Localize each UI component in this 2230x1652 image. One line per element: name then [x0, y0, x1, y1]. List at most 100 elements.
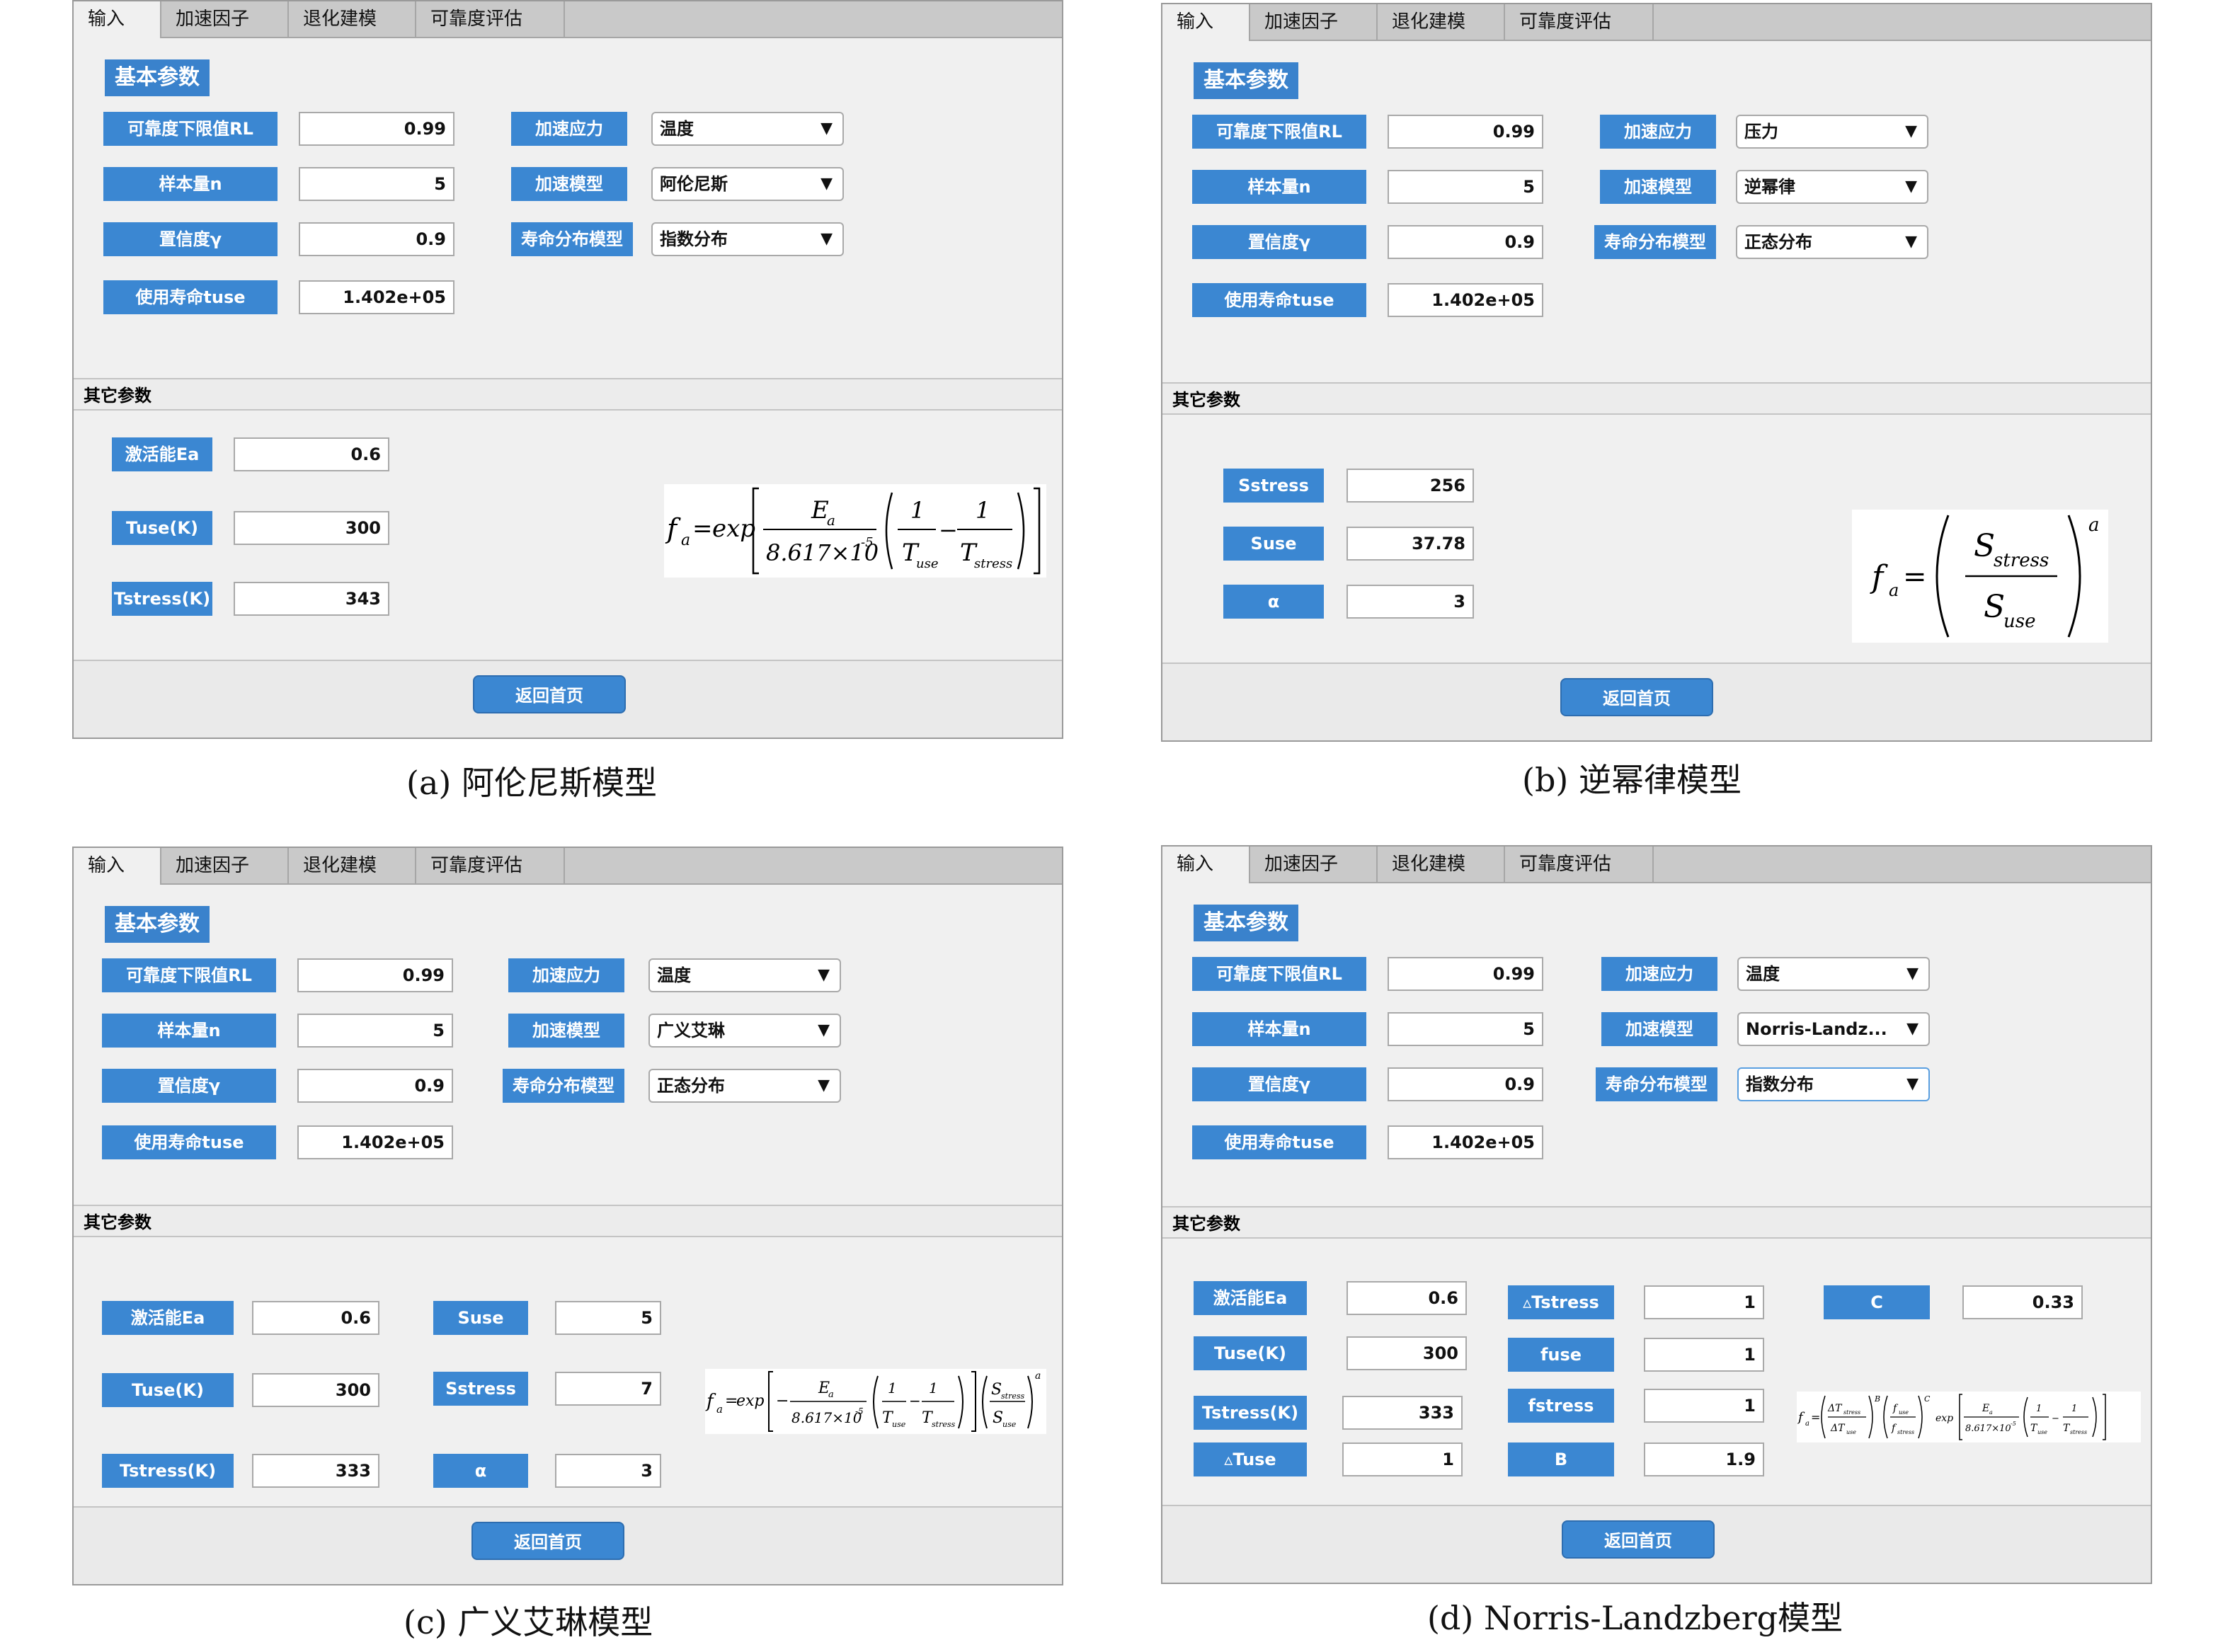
input-suse[interactable]: 5 [555, 1301, 661, 1335]
one-2: 1 [2071, 1404, 2077, 1414]
input-n[interactable]: 5 [297, 1014, 453, 1048]
select-stress[interactable]: 温度 ▼ [1737, 957, 1930, 991]
select-model-value: 阿伦尼斯 [660, 174, 728, 194]
input-tuse-k[interactable]: 300 [1346, 1336, 1467, 1370]
arrhenius-formula-svg: f a = exp E a 8.617×10 -5 1 T use − 1 T … [665, 487, 1041, 575]
minus-sign: − [939, 517, 958, 544]
eyring-formula-svg: f a = exp − E a 8.617×10 -5 1 T use − 1 … [705, 1370, 1041, 1432]
select-stress[interactable]: 压力 ▼ [1736, 115, 1928, 149]
tab-reliability-assessment[interactable]: 可靠度评估 [416, 848, 565, 883]
home-button[interactable]: 返回首页 [1560, 678, 1713, 716]
input-delta-tuse[interactable]: 1 [1342, 1442, 1463, 1476]
tab-degradation-modeling[interactable]: 退化建模 [289, 848, 416, 883]
input-n[interactable]: 5 [1388, 1012, 1543, 1046]
select-model-value: Norris-Landz... [1746, 1019, 1887, 1039]
input-tstress-k[interactable]: 333 [252, 1454, 379, 1488]
home-button[interactable]: 返回首页 [1562, 1520, 1715, 1559]
input-rl[interactable]: 0.99 [1388, 115, 1543, 149]
input-n[interactable]: 5 [299, 167, 454, 201]
arrhenius-formula: f a = exp E a 8.617×10 -5 1 T use − 1 T … [664, 484, 1046, 578]
a-subscript: a [716, 1403, 723, 1416]
tab-input[interactable]: 输入 [74, 848, 161, 885]
input-tstress-k[interactable]: 343 [234, 582, 389, 616]
input-suse[interactable]: 37.78 [1346, 527, 1474, 561]
one-1: 1 [910, 497, 925, 524]
select-model[interactable]: Norris-Landz... ▼ [1737, 1012, 1930, 1046]
select-model[interactable]: 逆幂律 ▼ [1736, 170, 1928, 204]
minus-sign: − [2052, 1413, 2059, 1424]
input-tstress-k[interactable]: 333 [1342, 1396, 1463, 1430]
input-n[interactable]: 5 [1388, 170, 1543, 204]
s-stress: S [991, 1381, 1002, 1399]
input-tuse[interactable]: 1.402e+05 [1388, 1125, 1543, 1159]
dt-use: ΔT [1830, 1423, 1846, 1434]
input-gamma[interactable]: 0.9 [299, 222, 454, 256]
chevron-down-icon: ▼ [818, 1077, 830, 1094]
tab-bar: 输入 加速因子 退化建模 可靠度评估 [74, 848, 1062, 885]
tab-acceleration-factor[interactable]: 加速因子 [161, 848, 289, 883]
input-ea[interactable]: 0.6 [1346, 1281, 1467, 1315]
select-stress[interactable]: 温度 ▼ [648, 958, 841, 992]
select-model-value: 逆幂律 [1744, 177, 1795, 197]
label-fstress: fstress [1508, 1389, 1614, 1423]
basic-params-title: 基本参数 [1194, 905, 1298, 941]
tab-reliability-assessment[interactable]: 可靠度评估 [1505, 847, 1654, 882]
input-tuse-k[interactable]: 300 [234, 511, 389, 545]
input-sstress[interactable]: 7 [555, 1372, 661, 1406]
input-b[interactable]: 1.9 [1644, 1442, 1764, 1476]
home-button[interactable]: 返回首页 [473, 675, 626, 713]
tab-acceleration-factor[interactable]: 加速因子 [161, 1, 289, 37]
tab-reliability-assessment[interactable]: 可靠度评估 [416, 1, 565, 37]
bottom-bar: 返回首页 [74, 660, 1062, 738]
minus-2: − [909, 1392, 921, 1409]
tab-reliability-assessment[interactable]: 可靠度评估 [1505, 4, 1654, 40]
input-tuse[interactable]: 1.402e+05 [299, 280, 454, 314]
s-use: S [1984, 589, 2005, 625]
select-model-value: 广义艾琳 [657, 1021, 725, 1040]
select-stress[interactable]: 温度 ▼ [651, 112, 844, 146]
select-model[interactable]: 阿伦尼斯 ▼ [651, 167, 844, 201]
home-button[interactable]: 返回首页 [471, 1522, 624, 1560]
input-rl[interactable]: 0.99 [1388, 957, 1543, 991]
label-rl: 可靠度下限值RL [1192, 115, 1366, 149]
input-tuse[interactable]: 1.402e+05 [1388, 283, 1543, 317]
input-c[interactable]: 0.33 [1962, 1285, 2083, 1319]
select-model[interactable]: 广义艾琳 ▼ [648, 1014, 841, 1048]
select-dist[interactable]: 正态分布 ▼ [1736, 225, 1928, 259]
tab-acceleration-factor[interactable]: 加速因子 [1250, 4, 1378, 40]
minus-sign: − [776, 1392, 789, 1410]
select-dist[interactable]: 正态分布 ▼ [648, 1069, 841, 1103]
input-gamma[interactable]: 0.9 [297, 1069, 453, 1103]
label-rl: 可靠度下限值RL [102, 958, 276, 992]
input-tuse[interactable]: 1.402e+05 [297, 1125, 453, 1159]
tab-degradation-modeling[interactable]: 退化建模 [1378, 4, 1505, 40]
panel-a: 输入 加速因子 退化建模 可靠度评估 基本参数 可靠度下限值RL 0.99 加速… [72, 0, 1063, 739]
input-gamma[interactable]: 0.9 [1388, 1067, 1543, 1101]
input-gamma[interactable]: 0.9 [1388, 225, 1543, 259]
basic-params-title: 基本参数 [105, 906, 210, 943]
tab-input[interactable]: 输入 [1162, 4, 1250, 41]
input-fstress[interactable]: 1 [1644, 1389, 1764, 1423]
input-ea[interactable]: 0.6 [252, 1301, 379, 1335]
input-ea[interactable]: 0.6 [234, 437, 389, 471]
tab-acceleration-factor[interactable]: 加速因子 [1250, 847, 1378, 882]
tab-degradation-modeling[interactable]: 退化建模 [289, 1, 416, 37]
input-rl[interactable]: 0.99 [299, 112, 454, 146]
select-dist[interactable]: 指数分布 ▼ [651, 222, 844, 256]
input-delta-tstress[interactable]: 1 [1644, 1285, 1764, 1319]
bottom-bar: 返回首页 [74, 1506, 1062, 1584]
input-alpha[interactable]: 3 [555, 1454, 661, 1488]
input-rl[interactable]: 0.99 [297, 958, 453, 992]
tab-input[interactable]: 输入 [1162, 847, 1250, 883]
tab-degradation-modeling[interactable]: 退化建模 [1378, 847, 1505, 882]
input-sstress[interactable]: 256 [1346, 469, 1474, 503]
input-tuse-k[interactable]: 300 [252, 1373, 379, 1407]
select-dist[interactable]: 指数分布 ▼ [1737, 1067, 1930, 1101]
select-dist-value: 指数分布 [660, 229, 728, 249]
label-tuse: 使用寿命tuse [102, 1125, 276, 1159]
input-fuse[interactable]: 1 [1644, 1338, 1764, 1372]
input-alpha[interactable]: 3 [1346, 585, 1474, 619]
const-exp: -5 [861, 535, 874, 550]
tab-input[interactable]: 输入 [74, 1, 161, 38]
label-dist: 寿命分布模型 [503, 1069, 624, 1103]
